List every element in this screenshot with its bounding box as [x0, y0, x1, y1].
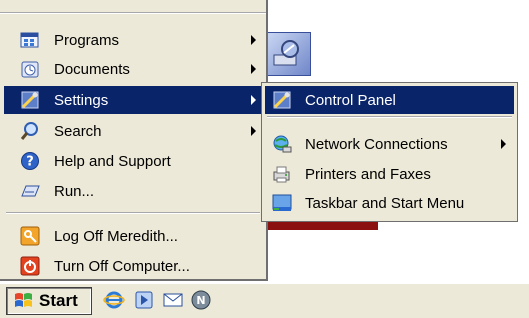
menu-item-help-and-support[interactable]: ? Help and Support: [4, 147, 262, 175]
menu-item-run[interactable]: Run...: [4, 177, 262, 205]
menu-item-turn-off[interactable]: Turn Off Computer...: [4, 252, 262, 280]
start-button[interactable]: Start: [6, 287, 92, 315]
control-panel-icon: [271, 89, 293, 111]
settings-icon: [19, 89, 41, 111]
submenu-item-network-connections[interactable]: Network Connections: [265, 130, 514, 158]
chevron-right-icon: [251, 35, 256, 45]
internet-explorer-icon[interactable]: [103, 289, 125, 311]
menu-item-label: Programs: [54, 31, 120, 49]
submenu-item-control-panel[interactable]: Control Panel: [265, 86, 514, 114]
windows-logo-icon: [13, 291, 35, 311]
help-icon: ?: [19, 150, 41, 172]
menu-item-search[interactable]: Search: [4, 117, 262, 145]
start-button-label: Start: [39, 291, 78, 310]
documents-icon: [19, 58, 41, 80]
chevron-right-icon: [251, 95, 256, 105]
menu-separator: [6, 212, 260, 214]
turn-off-icon: [19, 255, 41, 277]
menu-item-label: Turn Off Computer...: [54, 257, 190, 275]
desktop-shortcut-icon[interactable]: [267, 32, 311, 76]
submenu-item-taskbar-and-start-menu[interactable]: Taskbar and Start Menu: [265, 189, 514, 217]
submenu-item-label: Printers and Faxes: [305, 165, 431, 183]
menu-item-log-off[interactable]: Log Off Meredith...: [4, 222, 262, 250]
menu-top-strip: [0, 0, 266, 12]
menu-item-label: Help and Support: [54, 152, 171, 170]
svg-text:N: N: [196, 294, 205, 307]
submenu-item-printers-and-faxes[interactable]: Printers and Faxes: [265, 160, 514, 188]
menu-item-label: Documents: [54, 60, 130, 78]
taskbar-icon: [271, 192, 293, 214]
menu-item-label: Search: [54, 122, 102, 140]
programs-icon: [19, 29, 41, 51]
menu-item-label: Log Off Meredith...: [54, 227, 178, 245]
network-connections-icon: [271, 133, 293, 155]
submenu-item-label: Control Panel: [305, 91, 396, 109]
log-off-icon: [19, 225, 41, 247]
chevron-right-icon: [251, 126, 256, 136]
media-icon[interactable]: [133, 289, 155, 311]
printers-icon: [271, 163, 293, 185]
submenu-separator: [267, 116, 512, 118]
menu-item-label: Run...: [54, 182, 95, 200]
svg-text:?: ?: [26, 155, 34, 170]
run-icon: [19, 180, 41, 202]
netscape-icon[interactable]: N: [190, 289, 212, 311]
taskbar: Start N: [0, 282, 529, 318]
divider: [0, 13, 266, 14]
submenu-item-label: Taskbar and Start Menu: [305, 194, 465, 212]
menu-item-documents[interactable]: Documents: [4, 55, 262, 83]
email-icon[interactable]: [162, 289, 184, 311]
search-icon: [19, 120, 41, 142]
submenu-item-label: Network Connections: [305, 135, 448, 153]
menu-item-label: Settings: [54, 91, 109, 109]
settings-submenu: Control Panel Network Connections Printe…: [261, 82, 518, 222]
start-menu: Programs Documents Settings Search ? Hel…: [0, 0, 268, 281]
menu-item-settings[interactable]: Settings: [4, 86, 262, 114]
menu-item-programs[interactable]: Programs: [4, 26, 262, 54]
chevron-right-icon: [501, 139, 506, 149]
chevron-right-icon: [251, 64, 256, 74]
